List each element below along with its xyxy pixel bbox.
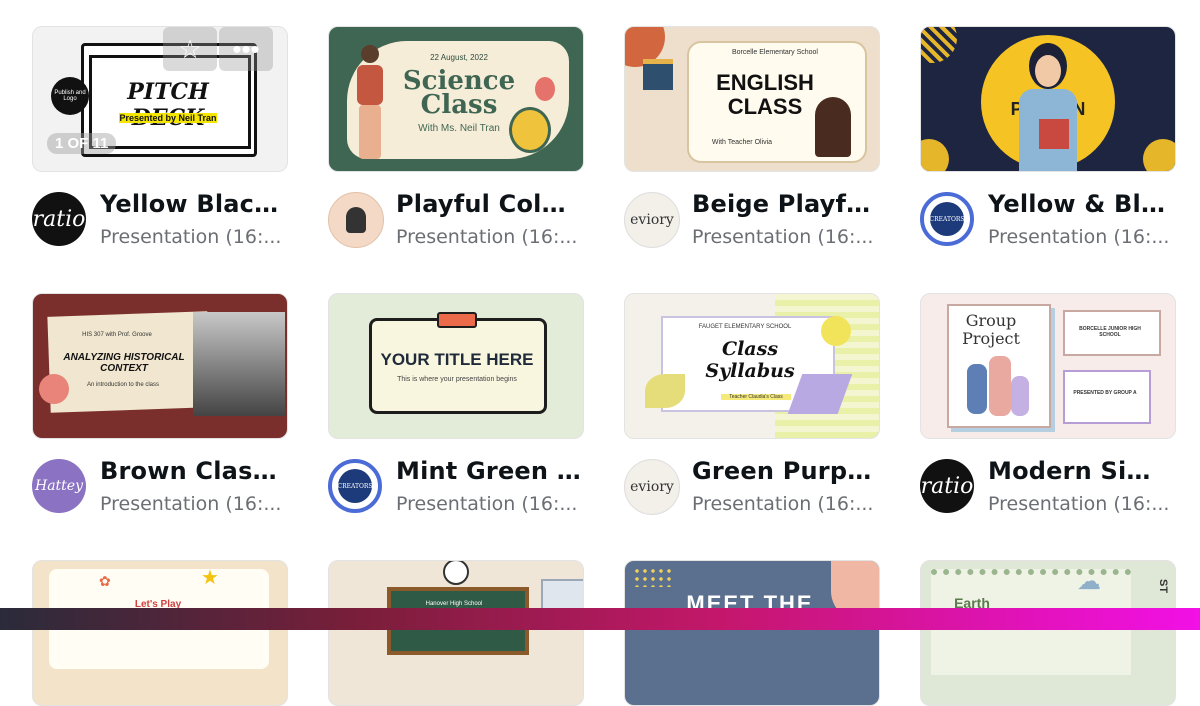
template-meta: Hattey Brown Classic ... Presentation (1… — [32, 455, 288, 515]
teacher-illustration — [351, 45, 389, 163]
flower-illustration — [39, 374, 69, 404]
template-type: Presentation (16:... — [988, 493, 1170, 515]
template-grid: PITCH DECK Presented by Neil Tran Publis… — [0, 0, 1200, 706]
avatar-text: CREATORS — [337, 482, 373, 490]
thumb-school: Borcelle Elementary School — [732, 49, 818, 56]
template-thumbnail[interactable]: 22 August, 2022 Science Class With Ms. N… — [328, 26, 584, 172]
avatar-text: Hattey — [34, 478, 83, 494]
thumb-date: 22 August, 2022 — [430, 53, 488, 62]
creator-avatar[interactable]: CREATORS — [328, 459, 382, 513]
thumb-subtitle: With Teacher Olivia — [711, 139, 773, 146]
clip-icon — [437, 312, 477, 328]
thumb-subtitle: PRESENTED BY GROUP A — [1073, 390, 1137, 396]
template-thumbnail[interactable]: YOUR TITLE HERE This is where your prese… — [328, 293, 584, 439]
clock-icon — [443, 561, 469, 585]
template-meta: eviory Green Purple ... Presentation (16… — [624, 455, 880, 515]
star-icon: ★ — [201, 567, 219, 589]
thumb-subtitle: Presented by Neil Tran — [119, 113, 217, 123]
avatar-text: ratio — [32, 206, 86, 232]
thumb-subtitle: This is where your presentation begins — [397, 376, 517, 383]
template-type: Presentation (16:... — [396, 226, 578, 248]
template-meta: CREATORS Yellow & Black... Presentation … — [920, 188, 1176, 248]
template-meta: ratio Yellow Black ... Presentation (16:… — [32, 188, 288, 248]
thumb-side-badge: Publish and Logo — [51, 77, 89, 115]
people-illustration — [963, 350, 1033, 424]
template-thumbnail[interactable]: MEET THE — [624, 560, 880, 706]
thumb-side-text: ST — [1157, 579, 1169, 594]
thumb-subtitle: An introduction to the class — [86, 382, 160, 388]
more-icon[interactable]: ••• — [219, 27, 273, 71]
thumb-heading: Science Class — [402, 66, 516, 120]
books-illustration — [643, 59, 673, 90]
creator-avatar[interactable] — [328, 192, 384, 248]
template-meta: CREATORS Mint Green Si... Presentation (… — [328, 455, 584, 515]
avatar-text: eviory — [630, 212, 674, 228]
creator-avatar[interactable]: CREATORS — [920, 192, 974, 246]
thumb-subtitle: With Ms. Neil Tran — [418, 123, 500, 134]
thumb-school: FAUGET ELEMENTARY SCHOOL — [698, 324, 792, 330]
thumb-heading: ANALYZING HISTORICAL CONTEXT — [63, 352, 185, 374]
template-thumbnail[interactable]: Hanover High School — [328, 560, 584, 706]
avatar-text: eviory — [630, 479, 674, 495]
template-title[interactable]: Brown Classic ... — [100, 457, 286, 485]
template-title[interactable]: Mint Green Si... — [396, 457, 582, 485]
template-thumbnail[interactable]: FAUGET ELEMENTARY SCHOOL Class Syllabus … — [624, 293, 880, 439]
template-thumbnail[interactable]: Group Project BORCELLE JUNIOR HIGH SCHOO… — [920, 293, 1176, 439]
template-title[interactable]: Yellow & Black... — [988, 190, 1174, 218]
thumb-subtitle: Teacher Claudia's Class — [721, 394, 791, 400]
creator-avatar[interactable]: ratio — [32, 192, 86, 246]
template-meta: ratio Modern Simpl... Presentation (16:.… — [920, 455, 1176, 515]
template-title[interactable]: Yellow Black ... — [100, 190, 286, 218]
template-thumbnail[interactable]: Borcelle Elementary School ENGLISH CLASS… — [624, 26, 880, 172]
leaf-illustration — [645, 374, 685, 408]
template-meta: eviory Beige Playful I... Presentation (… — [624, 188, 880, 248]
flower-illustration — [821, 316, 851, 346]
template-type: Presentation (16:... — [100, 493, 282, 515]
template-title[interactable]: Green Purple ... — [692, 457, 878, 485]
template-thumbnail[interactable]: Earth ☁ ST — [920, 560, 1176, 706]
creator-avatar[interactable]: eviory — [624, 459, 680, 515]
template-thumbnail[interactable]: P N — [920, 26, 1176, 172]
template-title[interactable]: Beige Playful I... — [692, 190, 878, 218]
flask-illustration — [509, 107, 551, 153]
thumb-heading: Class Syllabus — [705, 338, 795, 382]
historical-photo — [193, 312, 285, 416]
cloud-icon: ☁ — [1077, 568, 1101, 595]
thumb-school: BORCELLE JUNIOR HIGH SCHOOL — [1079, 326, 1141, 338]
template-type: Presentation (16:... — [100, 226, 282, 248]
thumb-course: HIS 307 with Prof. Groove — [82, 332, 152, 338]
flower-icon: ✿ — [99, 573, 111, 589]
template-type: Presentation (16:... — [988, 226, 1170, 248]
star-icon[interactable]: ☆ — [163, 27, 217, 71]
thumb-heading: Group Project — [962, 311, 1020, 348]
avatar-text: CREATORS — [929, 215, 965, 223]
page-indicator: 1 OF 11 — [47, 133, 117, 154]
template-title[interactable]: Playful Colorf... — [396, 190, 582, 218]
gradient-bottom-bar — [0, 608, 1200, 630]
avatar-text: ratio — [920, 473, 974, 499]
thumb-heading: ENGLISH CLASS — [716, 70, 814, 119]
thumb-heading: PITCH DECK — [127, 79, 209, 131]
template-meta: Playful Colorf... Presentation (16:... — [328, 188, 584, 248]
student-illustration — [815, 97, 851, 157]
creator-avatar[interactable]: ratio — [920, 459, 974, 513]
template-thumbnail[interactable]: HIS 307 with Prof. Groove ANALYZING HIST… — [32, 293, 288, 439]
creator-avatar[interactable]: eviory — [624, 192, 680, 248]
template-thumbnail[interactable]: Let's Play ✿ ★ — [32, 560, 288, 706]
template-thumbnail[interactable]: PITCH DECK Presented by Neil Tran Publis… — [32, 26, 288, 172]
template-title[interactable]: Modern Simpl... — [988, 457, 1174, 485]
creator-avatar[interactable]: Hattey — [32, 459, 86, 513]
template-type: Presentation (16:... — [692, 493, 874, 515]
template-type: Presentation (16:... — [692, 226, 874, 248]
dots-decoration — [633, 567, 673, 587]
person-illustration — [1017, 43, 1079, 171]
thumb-side-text: Publish and Logo — [54, 90, 86, 102]
thumb-heading: Hanover High School — [425, 601, 483, 607]
thumb-heading: YOUR TITLE HERE — [380, 350, 534, 369]
template-type: Presentation (16:... — [396, 493, 578, 515]
flask-illustration — [535, 77, 555, 101]
